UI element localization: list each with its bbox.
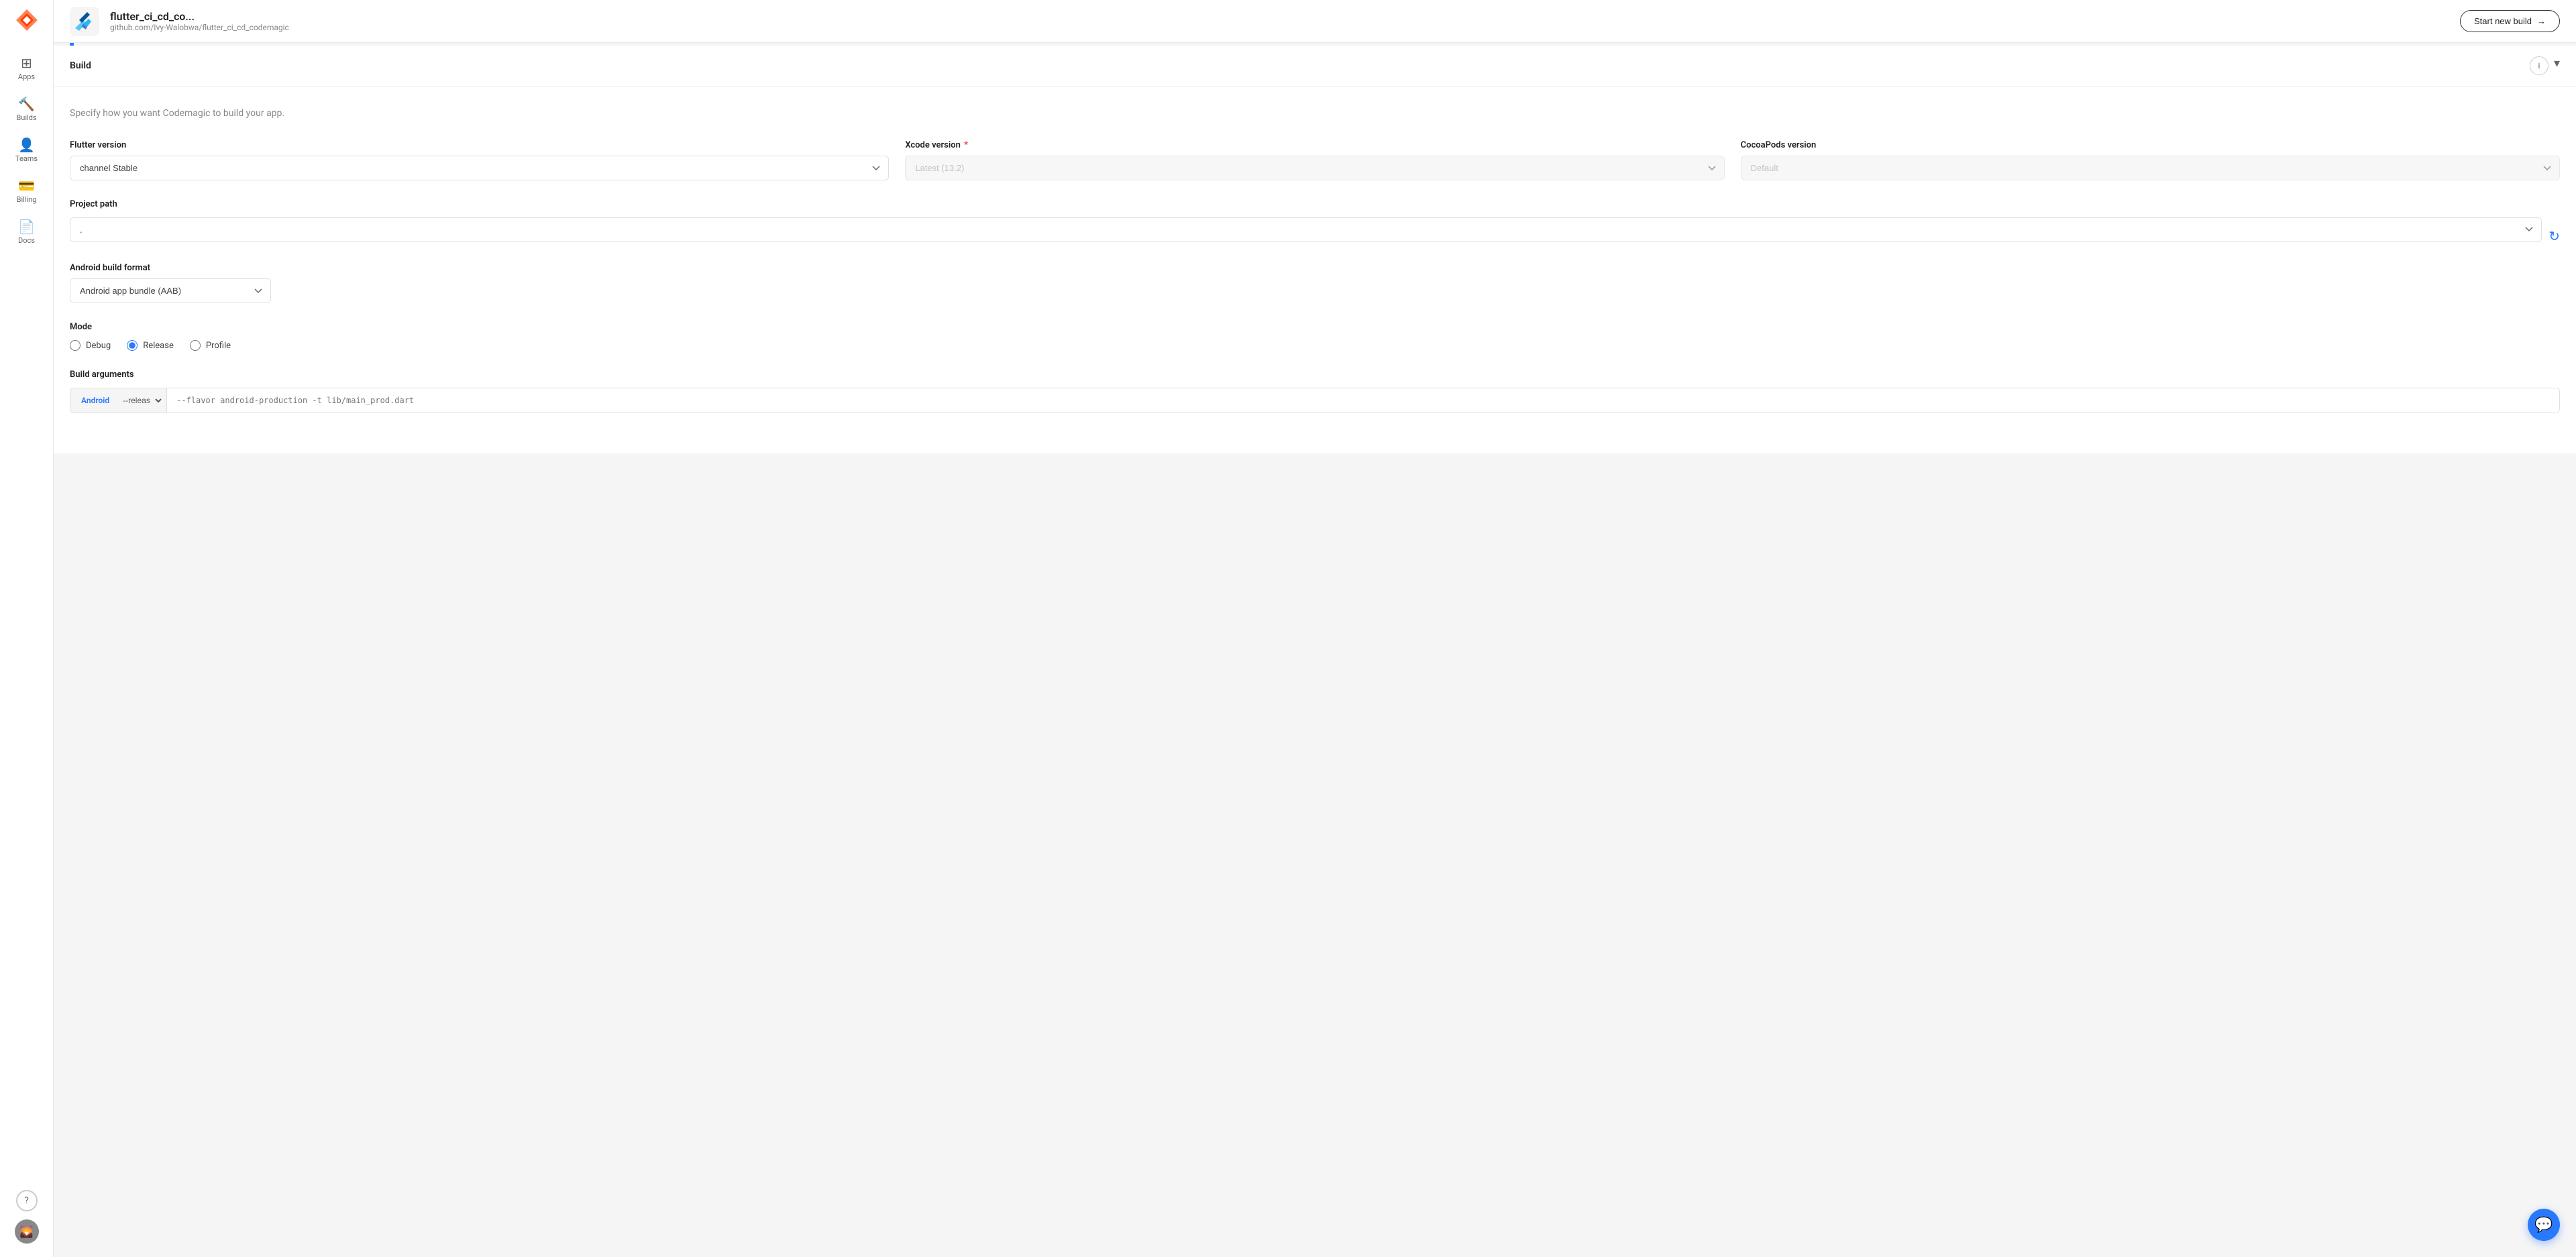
flutter-version-label: Flutter version [70, 140, 889, 150]
mode-release-option[interactable]: Release [127, 340, 174, 351]
build-section: Build i ▾ Specify how you want Codemagic… [54, 46, 2576, 453]
mode-debug-label: Debug [86, 341, 111, 351]
project-path-select[interactable]: . [70, 217, 2542, 242]
required-asterisk: * [964, 140, 968, 150]
mode-radio-group: Debug Release Profile [70, 340, 2560, 351]
build-arguments-section: Build arguments Android --releas [70, 370, 2560, 413]
mode-debug-radio[interactable] [70, 340, 80, 351]
build-arguments-row: Android --releas [70, 388, 2560, 413]
build-expand-button[interactable]: ▾ [2554, 56, 2560, 75]
android-build-format-section: Android build format Android app bundle … [70, 263, 2560, 303]
mode-release-label: Release [143, 341, 174, 351]
start-build-label: Start new build [2474, 16, 2532, 26]
app-name: flutter_ci_cd_co... [110, 10, 2449, 23]
user-avatar[interactable]: 🌄 [15, 1219, 39, 1244]
flutter-version-select[interactable]: channel Stable channel Beta channel Dev … [70, 156, 889, 180]
project-path-row: . ↻ [70, 215, 2560, 244]
version-row: Flutter version channel Stable channel B… [70, 140, 2560, 180]
header-actions: Start new build → [2460, 10, 2560, 32]
build-arguments-input[interactable] [167, 388, 2559, 413]
build-section-title: Build [70, 60, 91, 71]
xcode-version-label: Xcode version * [905, 140, 1724, 150]
xcode-version-select[interactable]: Latest (13.2) [905, 156, 1724, 180]
refresh-button[interactable]: ↻ [2548, 228, 2560, 244]
project-path-section: Project path . ↻ [70, 199, 2560, 244]
cocoapods-version-select[interactable]: Default [1741, 156, 2560, 180]
billing-icon: 💳 [18, 179, 35, 193]
mode-debug-option[interactable]: Debug [70, 340, 111, 351]
sidebar-item-apps[interactable]: ⊞ Apps [0, 48, 53, 89]
apps-icon: ⊞ [21, 56, 32, 70]
info-icon: i [2538, 61, 2540, 70]
codemagic-logo[interactable] [15, 8, 39, 32]
flutter-app-icon [70, 7, 99, 36]
avatar-icon: 🌄 [20, 1225, 34, 1238]
flutter-version-group: Flutter version channel Stable channel B… [70, 140, 889, 180]
mode-section: Mode Debug Release Profile [70, 322, 2560, 351]
sidebar-apps-label: Apps [18, 72, 35, 81]
mode-profile-radio[interactable] [190, 340, 201, 351]
build-args-tab-label: Android [73, 396, 117, 405]
mode-release-radio[interactable] [127, 340, 138, 351]
xcode-version-group: Xcode version * Latest (13.2) [905, 140, 1724, 180]
cocoapods-version-group: CocoaPods version Default [1741, 140, 2560, 180]
mode-label: Mode [70, 322, 2560, 332]
help-label: ? [24, 1195, 29, 1206]
start-new-build-button[interactable]: Start new build → [2460, 10, 2560, 32]
build-arguments-label: Build arguments [70, 370, 2560, 380]
build-section-header: Build i ▾ [54, 46, 2576, 87]
sidebar-item-builds[interactable]: 🔨 Builds [0, 89, 53, 130]
sidebar-item-billing[interactable]: 💳 Billing [0, 171, 53, 212]
sidebar-item-docs[interactable]: 📄 Docs [0, 212, 53, 253]
chat-widget-button[interactable]: 💬 [2528, 1209, 2560, 1241]
header-titles: flutter_ci_cd_co... github.com/Ivy-Walob… [110, 10, 2449, 32]
teams-icon: 👤 [18, 138, 35, 152]
project-path-label: Project path [70, 199, 2560, 209]
sidebar-builds-label: Builds [16, 113, 36, 122]
mode-profile-label: Profile [206, 341, 231, 351]
app-header: flutter_ci_cd_co... github.com/Ivy-Walob… [54, 0, 2576, 43]
build-args-tab: Android --releas [70, 388, 167, 413]
start-build-arrow: → [2537, 16, 2546, 26]
app-url: github.com/Ivy-Walobwa/flutter_ci_cd_cod… [110, 23, 2449, 32]
page-content: Build i ▾ Specify how you want Codemagic… [54, 46, 2576, 1257]
android-build-format-label: Android build format [70, 263, 2560, 273]
build-description: Specify how you want Codemagic to build … [70, 108, 2560, 119]
sidebar: ⊞ Apps 🔨 Builds 👤 Teams 💳 Billing 📄 Docs… [0, 0, 54, 1257]
mode-profile-option[interactable]: Profile [190, 340, 231, 351]
sidebar-billing-label: Billing [17, 195, 37, 204]
chevron-down-icon: ▾ [2554, 56, 2560, 70]
sidebar-item-teams[interactable]: 👤 Teams [0, 130, 53, 171]
builds-icon: 🔨 [18, 97, 35, 111]
sidebar-docs-label: Docs [18, 236, 35, 245]
sidebar-teams-label: Teams [15, 154, 38, 163]
build-form: Specify how you want Codemagic to build … [54, 87, 2576, 453]
help-button[interactable]: ? [16, 1190, 38, 1211]
build-section-actions: i ▾ [2530, 56, 2560, 75]
docs-icon: 📄 [18, 220, 35, 233]
chat-icon: 💬 [2534, 1217, 2553, 1234]
android-build-format-select[interactable]: Android app bundle (AAB) APK [70, 278, 271, 303]
build-args-flag-select[interactable]: --releas [117, 388, 164, 413]
main-content: flutter_ci_cd_co... github.com/Ivy-Walob… [54, 0, 2576, 1257]
cocoapods-version-label: CocoaPods version [1741, 140, 2560, 150]
build-info-button[interactable]: i [2530, 56, 2548, 75]
